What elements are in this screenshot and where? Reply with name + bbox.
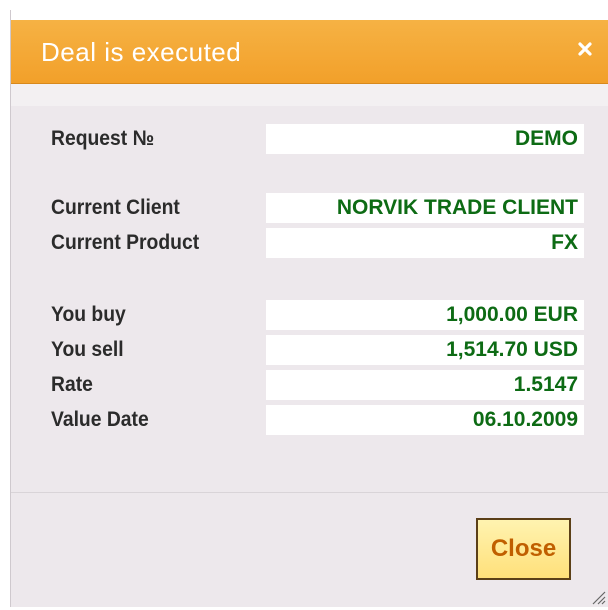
you-buy-label: You buy bbox=[51, 303, 126, 326]
current-product-label: Current Product bbox=[51, 231, 200, 254]
dialog-titlebar[interactable]: Deal is executed bbox=[11, 20, 608, 84]
you-buy-value: 1,000.00 EUR bbox=[266, 300, 584, 330]
value-date-value: 06.10.2009 bbox=[266, 405, 584, 435]
request-no-value: DEMO bbox=[266, 124, 584, 154]
footer-divider bbox=[11, 492, 608, 493]
value-date-label: Value Date bbox=[51, 408, 149, 431]
close-button[interactable]: Close bbox=[476, 518, 571, 580]
dialog-top-separator bbox=[11, 84, 608, 106]
current-client-value: NORVIK TRADE CLIENT bbox=[266, 193, 584, 223]
you-sell-value: 1,514.70 USD bbox=[266, 335, 584, 365]
request-no-label: Request № bbox=[51, 127, 155, 150]
dialog-top-strip bbox=[11, 10, 608, 20]
deal-executed-dialog: Deal is executed Request № DEMO Current … bbox=[10, 10, 608, 607]
current-client-label: Current Client bbox=[51, 196, 180, 219]
you-sell-label: You sell bbox=[51, 338, 124, 361]
rate-label: Rate bbox=[51, 373, 93, 396]
dialog-title: Deal is executed bbox=[41, 37, 242, 67]
resize-grip-icon[interactable] bbox=[590, 589, 606, 605]
close-icon[interactable] bbox=[573, 34, 597, 62]
rate-value: 1.5147 bbox=[266, 370, 584, 400]
current-product-value: FX bbox=[266, 228, 584, 258]
